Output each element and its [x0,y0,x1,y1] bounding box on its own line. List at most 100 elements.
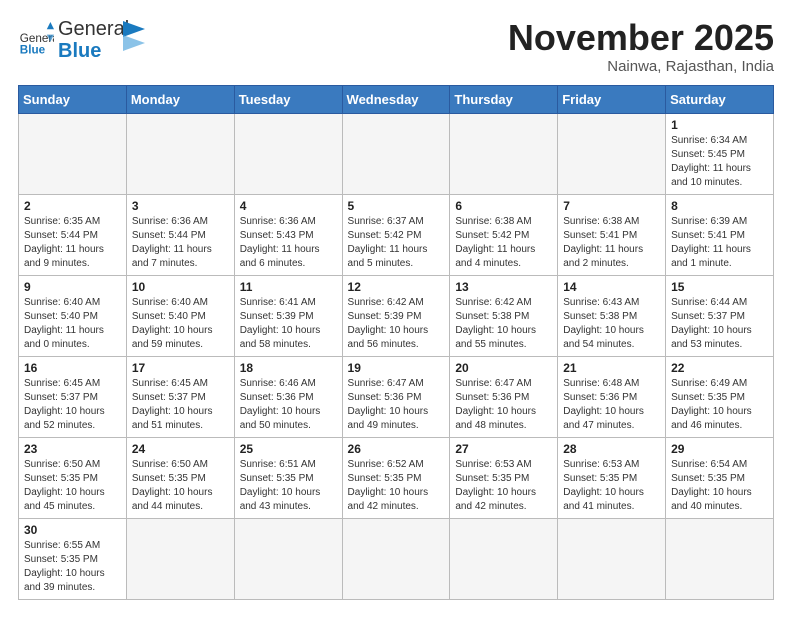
calendar-cell: 15 Sunrise: 6:44 AM Sunset: 5:37 PM Dayli… [666,275,774,356]
calendar-week-3: 9 Sunrise: 6:40 AM Sunset: 5:40 PM Daylig… [19,275,774,356]
svg-text:Blue: Blue [20,44,46,57]
day-number: 22 [671,361,768,375]
weekday-header-sunday: Sunday [19,85,127,113]
cell-info: Sunrise: 6:37 AM Sunset: 5:42 PM Dayligh… [348,215,445,271]
calendar-week-1: 1 Sunrise: 6:34 AM Sunset: 5:45 PM Daylig… [19,113,774,194]
calendar-cell: 30 Sunrise: 6:55 AM Sunset: 5:35 PM Dayli… [19,518,127,599]
title-block: November 2025 Nainwa, Rajasthan, India [508,18,774,75]
day-number: 8 [671,199,768,213]
day-number: 26 [348,442,445,456]
day-number: 4 [240,199,337,213]
weekday-header-wednesday: Wednesday [342,85,450,113]
day-number: 25 [240,442,337,456]
calendar-body: 1 Sunrise: 6:34 AM Sunset: 5:45 PM Daylig… [19,113,774,599]
cell-info: Sunrise: 6:39 AM Sunset: 5:41 PM Dayligh… [671,215,768,271]
calendar-cell [450,518,558,599]
day-number: 6 [455,199,552,213]
cell-info: Sunrise: 6:40 AM Sunset: 5:40 PM Dayligh… [24,296,121,352]
weekday-header-tuesday: Tuesday [234,85,342,113]
calendar-week-4: 16 Sunrise: 6:45 AM Sunset: 5:37 PM Dayli… [19,356,774,437]
location-subtitle: Nainwa, Rajasthan, India [508,58,774,75]
calendar-cell: 3 Sunrise: 6:36 AM Sunset: 5:44 PM Daylig… [126,194,234,275]
cell-info: Sunrise: 6:49 AM Sunset: 5:35 PM Dayligh… [671,377,768,433]
calendar-cell [342,518,450,599]
day-number: 27 [455,442,552,456]
day-number: 14 [563,280,660,294]
calendar-cell [558,113,666,194]
weekday-header-monday: Monday [126,85,234,113]
weekday-header-saturday: Saturday [666,85,774,113]
calendar-header: SundayMondayTuesdayWednesdayThursdayFrid… [19,85,774,113]
cell-info: Sunrise: 6:51 AM Sunset: 5:35 PM Dayligh… [240,458,337,514]
day-number: 3 [132,199,229,213]
day-number: 11 [240,280,337,294]
calendar-cell [558,518,666,599]
day-number: 30 [24,523,121,537]
cell-info: Sunrise: 6:48 AM Sunset: 5:36 PM Dayligh… [563,377,660,433]
calendar-cell [666,518,774,599]
calendar-cell [126,518,234,599]
calendar-table: SundayMondayTuesdayWednesdayThursdayFrid… [18,85,774,600]
cell-info: Sunrise: 6:45 AM Sunset: 5:37 PM Dayligh… [24,377,121,433]
cell-info: Sunrise: 6:50 AM Sunset: 5:35 PM Dayligh… [24,458,121,514]
cell-info: Sunrise: 6:50 AM Sunset: 5:35 PM Dayligh… [132,458,229,514]
day-number: 29 [671,442,768,456]
calendar-cell: 20 Sunrise: 6:47 AM Sunset: 5:36 PM Dayli… [450,356,558,437]
calendar-week-6: 30 Sunrise: 6:55 AM Sunset: 5:35 PM Dayli… [19,518,774,599]
cell-info: Sunrise: 6:41 AM Sunset: 5:39 PM Dayligh… [240,296,337,352]
calendar-cell: 29 Sunrise: 6:54 AM Sunset: 5:35 PM Dayli… [666,437,774,518]
cell-info: Sunrise: 6:52 AM Sunset: 5:35 PM Dayligh… [348,458,445,514]
day-number: 19 [348,361,445,375]
calendar-cell: 2Sunrise: 6:35 AM Sunset: 5:44 PM Daylig… [19,194,127,275]
calendar-cell: 10 Sunrise: 6:40 AM Sunset: 5:40 PM Dayli… [126,275,234,356]
day-number: 15 [671,280,768,294]
day-number: 12 [348,280,445,294]
calendar-cell: 8 Sunrise: 6:39 AM Sunset: 5:41 PM Daylig… [666,194,774,275]
cell-info: Sunrise: 6:36 AM Sunset: 5:44 PM Dayligh… [132,215,229,271]
day-number: 13 [455,280,552,294]
day-number: 21 [563,361,660,375]
cell-info: Sunrise: 6:53 AM Sunset: 5:35 PM Dayligh… [455,458,552,514]
calendar-cell: 13 Sunrise: 6:42 AM Sunset: 5:38 PM Dayli… [450,275,558,356]
cell-info: Sunrise: 6:47 AM Sunset: 5:36 PM Dayligh… [455,377,552,433]
calendar-week-5: 23 Sunrise: 6:50 AM Sunset: 5:35 PM Dayli… [19,437,774,518]
day-number: 1 [671,118,768,132]
page-header: General Blue General Blue November 2025 … [18,18,774,75]
calendar-cell: 16 Sunrise: 6:45 AM Sunset: 5:37 PM Dayli… [19,356,127,437]
calendar-cell: 6Sunrise: 6:38 AM Sunset: 5:42 PM Daylig… [450,194,558,275]
cell-info: Sunrise: 6:45 AM Sunset: 5:37 PM Dayligh… [132,377,229,433]
day-number: 9 [24,280,121,294]
calendar-cell: 7 Sunrise: 6:38 AM Sunset: 5:41 PM Daylig… [558,194,666,275]
calendar-cell: 23 Sunrise: 6:50 AM Sunset: 5:35 PM Dayli… [19,437,127,518]
cell-info: Sunrise: 6:42 AM Sunset: 5:38 PM Dayligh… [455,296,552,352]
cell-info: Sunrise: 6:55 AM Sunset: 5:35 PM Dayligh… [24,539,121,595]
day-number: 5 [348,199,445,213]
logo-icon: General Blue [18,22,54,58]
cell-info: Sunrise: 6:44 AM Sunset: 5:37 PM Dayligh… [671,296,768,352]
day-number: 20 [455,361,552,375]
calendar-cell [234,113,342,194]
day-number: 10 [132,280,229,294]
cell-info: Sunrise: 6:47 AM Sunset: 5:36 PM Dayligh… [348,377,445,433]
logo-text-line2: Blue [58,40,129,62]
calendar-cell [342,113,450,194]
cell-info: Sunrise: 6:34 AM Sunset: 5:45 PM Dayligh… [671,134,768,190]
calendar-cell [19,113,127,194]
day-number: 7 [563,199,660,213]
calendar-cell: 26 Sunrise: 6:52 AM Sunset: 5:35 PM Dayli… [342,437,450,518]
day-number: 28 [563,442,660,456]
calendar-cell: 14Sunrise: 6:43 AM Sunset: 5:38 PM Dayli… [558,275,666,356]
cell-info: Sunrise: 6:40 AM Sunset: 5:40 PM Dayligh… [132,296,229,352]
day-number: 18 [240,361,337,375]
calendar-cell: 1 Sunrise: 6:34 AM Sunset: 5:45 PM Daylig… [666,113,774,194]
cell-info: Sunrise: 6:54 AM Sunset: 5:35 PM Dayligh… [671,458,768,514]
day-number: 24 [132,442,229,456]
calendar-cell [234,518,342,599]
weekday-header-friday: Friday [558,85,666,113]
month-title: November 2025 [508,18,774,58]
cell-info: Sunrise: 6:53 AM Sunset: 5:35 PM Dayligh… [563,458,660,514]
cell-info: Sunrise: 6:38 AM Sunset: 5:41 PM Dayligh… [563,215,660,271]
calendar-cell: 17Sunrise: 6:45 AM Sunset: 5:37 PM Dayli… [126,356,234,437]
day-number: 23 [24,442,121,456]
day-number: 16 [24,361,121,375]
